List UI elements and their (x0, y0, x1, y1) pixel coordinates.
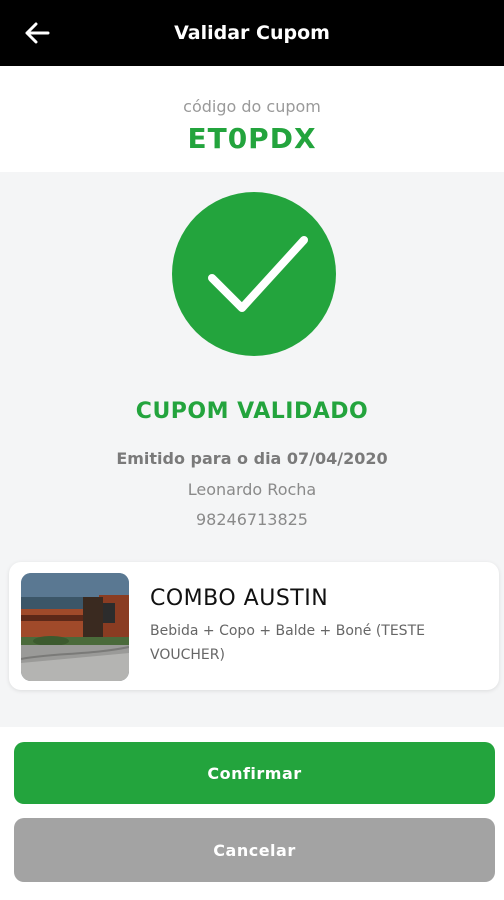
issued-date-text: Emitido para o dia 07/04/2020 (116, 449, 388, 468)
validation-status-title: CUPOM VALIDADO (135, 399, 369, 424)
cancel-button[interactable]: Cancelar (14, 818, 495, 882)
coupon-code-section: código do cupom ET0PDX (0, 66, 504, 172)
customer-phone: 98246713825 (196, 510, 308, 529)
product-image (21, 573, 129, 681)
product-card: COMBO AUSTIN Bebida + Copo + Balde + Bon… (9, 562, 499, 690)
app-header: Validar Cupom (0, 0, 504, 66)
success-indicator (172, 192, 336, 356)
product-description: Bebida + Copo + Balde + Boné (TESTE VOUC… (150, 623, 425, 663)
validation-result-panel: CUPOM VALIDADO Emitido para o dia 07/04/… (0, 172, 504, 727)
checkmark-icon (208, 236, 308, 312)
coupon-code-label: código do cupom (183, 97, 321, 116)
confirm-button[interactable]: Confirmar (14, 742, 495, 804)
back-button[interactable] (22, 18, 52, 48)
page-title: Validar Cupom (174, 22, 330, 44)
coupon-code: ET0PDX (187, 122, 317, 155)
customer-name: Leonardo Rocha (187, 480, 317, 499)
arrow-left-icon (25, 22, 50, 44)
product-name: COMBO AUSTIN (150, 586, 329, 611)
